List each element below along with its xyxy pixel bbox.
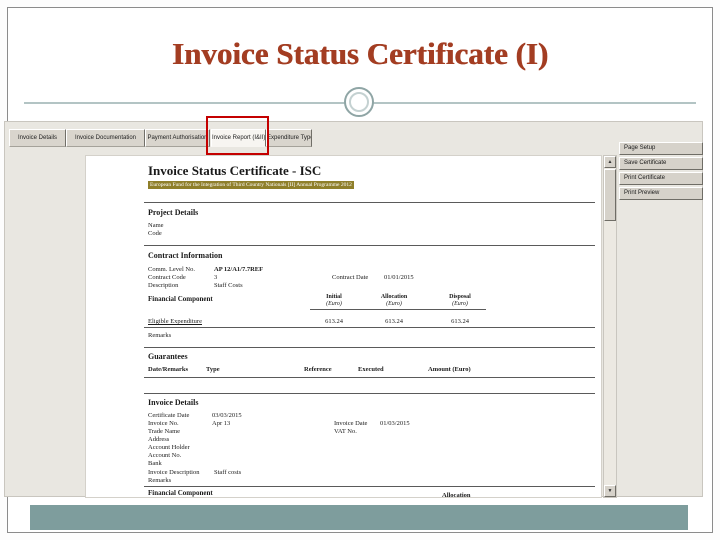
invoice-no-label: Invoice No. (148, 420, 179, 427)
account-holder-label: Account Holder (148, 444, 190, 451)
tab-payment-authorisation[interactable]: Payment Authorisation (145, 129, 210, 147)
comm-level-label: Comm. Level No. (148, 266, 195, 273)
slide-footer-bar (30, 505, 688, 530)
section-rule (144, 202, 595, 203)
address-label: Address (148, 436, 170, 443)
project-name-label: Name (148, 222, 164, 229)
tab-invoice-details[interactable]: Invoice Details (9, 129, 66, 147)
financial-component-label: Financial Component (148, 295, 213, 303)
account-no-label: Account No. (148, 452, 182, 459)
section-rule (144, 245, 595, 246)
invoice-allocation-label: Allocation (442, 492, 471, 498)
invoice-description-value: Staff costs (214, 469, 242, 476)
vertical-scrollbar[interactable]: ▲ ▼ (603, 155, 617, 498)
eligible-allocation-value: 613.24 (385, 318, 403, 325)
column-disposal: Disposal (Euro) (438, 294, 482, 308)
contract-remarks-label: Remarks (148, 332, 172, 339)
contract-date-value: 01/01/2015 (384, 274, 414, 281)
contract-information-heading: Contract Information (148, 251, 223, 260)
eligible-initial-value: 613.24 (325, 318, 343, 325)
certificate-document-page: Invoice Status Certificate - ISC Europea… (85, 155, 602, 498)
column-header-rule (310, 309, 486, 310)
tab-expenditure-type[interactable]: Expenditure Type (266, 129, 312, 147)
guarantees-col-amount: Amount (Euro) (428, 366, 471, 373)
scroll-down-button[interactable]: ▼ (604, 485, 616, 497)
app-screenshot: Invoice Details Invoice Documentation Pa… (4, 116, 703, 498)
circle-ornament (344, 87, 374, 117)
column-initial-unit: (Euro) (326, 301, 342, 308)
contract-code-label: Contract Code (148, 274, 186, 281)
invoice-no-value: Apr 13 (212, 420, 231, 427)
vat-no-label: VAT No. (334, 428, 357, 435)
column-initial: Initial (Euro) (312, 294, 356, 308)
invoice-remarks-label: Remarks (148, 477, 172, 484)
guarantees-heading: Guarantees (148, 352, 188, 361)
project-code-label: Code (148, 230, 162, 237)
invoice-date-label: Invoice Date (334, 420, 368, 427)
column-allocation-title: Allocation (380, 294, 408, 300)
scroll-up-button[interactable]: ▲ (604, 156, 616, 168)
invoice-description-label: Invoice Description (148, 469, 200, 476)
table-rule (144, 327, 595, 328)
eligible-disposal-value: 613.24 (451, 318, 469, 325)
column-disposal-title: Disposal (449, 294, 471, 300)
column-allocation: Allocation (Euro) (372, 294, 416, 308)
invoice-financial-component-label: Financial Component (148, 489, 213, 497)
tab-invoice-documentation[interactable]: Invoice Documentation (66, 129, 145, 147)
column-allocation-unit: (Euro) (386, 301, 402, 308)
slide-title: Invoice Status Certificate (I) (171, 36, 549, 71)
contract-date-label: Contract Date (332, 274, 369, 281)
print-certificate-button[interactable]: Print Certificate (619, 172, 703, 185)
description-label: Description (148, 282, 179, 289)
guarantees-col-reference: Reference (304, 366, 332, 373)
print-preview-button[interactable]: Print Preview (619, 187, 703, 200)
presentation-slide: Invoice Status Certificate (I) Invoice D… (0, 0, 720, 540)
eligible-expenditure-label: Eligible Expenditure (148, 318, 202, 325)
comm-level-value: AP 12/A1/7.7REF (214, 266, 264, 273)
red-highlight-box (206, 116, 269, 155)
section-rule (144, 486, 595, 487)
contract-code-value: 3 (214, 274, 218, 281)
certificate-date-label: Certificate Date (148, 412, 190, 419)
doc-subtitle: European Fund for the Integration of Thi… (148, 181, 354, 190)
save-certificate-button[interactable]: Save Certificate (619, 157, 703, 170)
section-rule (144, 347, 595, 348)
doc-title: Invoice Status Certificate - ISC (148, 163, 322, 178)
bank-label: Bank (148, 460, 162, 467)
table-rule (144, 377, 595, 378)
project-details-heading: Project Details (148, 208, 199, 217)
guarantees-col-executed: Executed (358, 366, 384, 373)
trade-name-label: Trade Name (148, 428, 181, 435)
page-setup-button[interactable]: Page Setup (619, 142, 703, 155)
column-initial-title: Initial (326, 294, 342, 300)
section-rule (144, 393, 595, 394)
scroll-thumb[interactable] (604, 169, 616, 221)
guarantees-col-type: Type (206, 366, 220, 373)
invoice-date-value: 01/03/2015 (380, 420, 410, 427)
report-actions-panel: Page Setup Save Certificate Print Certif… (619, 142, 703, 202)
certificate-date-value: 03/03/2015 (212, 412, 242, 419)
description-value: Staff Costs (214, 282, 243, 289)
invoice-details-heading: Invoice Details (148, 398, 199, 407)
guarantees-col-date: Date/Remarks (148, 366, 189, 373)
column-disposal-unit: (Euro) (452, 301, 468, 308)
